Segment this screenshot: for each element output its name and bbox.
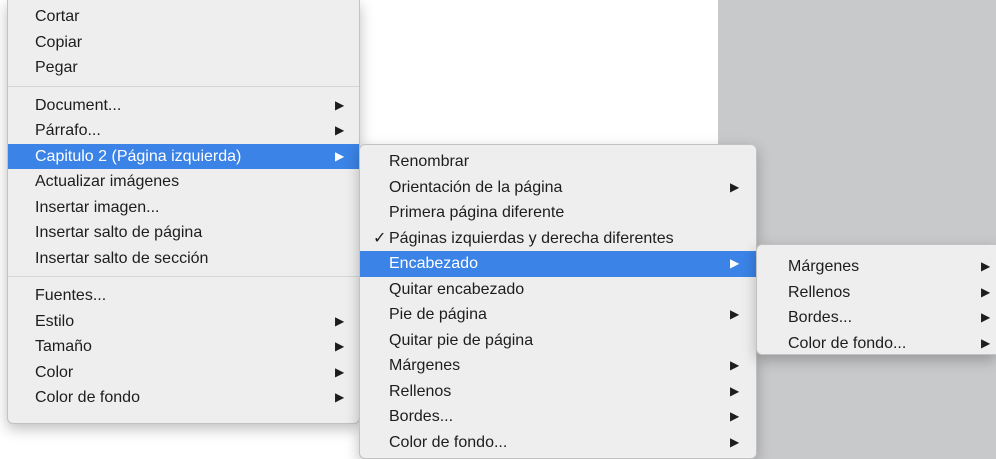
submenu-arrow-icon: ▶ (730, 179, 740, 194)
menu-item-label: Bordes... (389, 408, 454, 425)
menu-item-label: Párrafo... (35, 122, 101, 139)
menu-item-label: Fuentes... (35, 287, 107, 304)
submenu-arrow-icon: ▶ (335, 97, 345, 112)
submenu-arrow-icon: ▶ (335, 148, 345, 163)
context-menu: Cortar Copiar Pegar Document... ▶ Párrafo… (7, 0, 360, 424)
menu-item-paste[interactable]: Pegar (8, 55, 359, 81)
submenu-arrow-icon: ▶ (335, 339, 345, 353)
menu-item-update-images[interactable]: Actualizar imágenes (8, 169, 359, 195)
menu-item-cut[interactable]: Cortar (8, 4, 359, 30)
submenu-item-rename[interactable]: Renombrar (360, 149, 756, 175)
menu-item-label: Bordes... (788, 309, 853, 326)
menu-item-label: Insertar salto de sección (35, 249, 209, 267)
menu-separator (8, 276, 359, 277)
header-item-background-color[interactable]: Color de fondo... ▶ (757, 331, 996, 357)
submenu-arrow-icon: ▶ (981, 259, 991, 273)
menu-item-background-color[interactable]: Color de fondo ▶ (8, 385, 359, 411)
submenu-arrow-icon: ▶ (335, 364, 345, 379)
submenu-arrow-icon: ▶ (730, 307, 740, 321)
menu-item-color[interactable]: Color ▶ (8, 360, 359, 386)
submenu-arrow-icon: ▶ (730, 256, 740, 270)
menu-item-label: Rellenos (788, 283, 851, 301)
submenu-item-page-orientation[interactable]: Orientación de la página ▶ (360, 175, 756, 201)
menu-item-label: Márgenes (389, 357, 461, 374)
menu-item-label: Cortar (35, 8, 80, 25)
menu-item-label: Orientación de la página (389, 178, 563, 196)
menu-item-label: Pegar (35, 59, 78, 76)
menu-item-label: Estilo (35, 312, 75, 330)
menu-item-label: Document... (35, 96, 122, 114)
menu-item-style[interactable]: Estilo ▶ (8, 309, 359, 335)
submenu-item-first-page-different[interactable]: Primera página diferente (360, 200, 756, 226)
submenu-arrow-icon: ▶ (981, 335, 991, 350)
menu-item-chapter[interactable]: Capitulo 2 (Página izquierda) ▶ (8, 143, 359, 169)
menu-item-label: Quitar encabezado (389, 280, 525, 298)
submenu-arrow-icon: ▶ (730, 434, 740, 449)
menu-item-label: Quitar pie de página (389, 331, 534, 349)
menu-item-label: Rellenos (389, 382, 452, 400)
submenu-arrow-icon: ▶ (335, 313, 345, 328)
submenu-item-footer[interactable]: Pie de página ▶ (360, 302, 756, 328)
menu-item-copy[interactable]: Copiar (8, 30, 359, 56)
submenu-item-left-right-different[interactable]: ✓ Páginas izquierdas y derecha diferentes (360, 226, 756, 252)
menu-separator (8, 85, 359, 87)
menu-item-label: Páginas izquierdas y derecha diferentes (389, 229, 674, 247)
menu-item-label: Renombrar (389, 153, 470, 170)
submenu-item-background-color[interactable]: Color de fondo... ▶ (360, 430, 756, 456)
submenu-arrow-icon: ▶ (730, 409, 740, 423)
menu-item-insert-page-break[interactable]: Insertar salto de página (8, 220, 359, 246)
menu-item-fonts[interactable]: Fuentes... (8, 283, 359, 309)
menu-item-label: Tamaño (35, 338, 92, 355)
menu-item-label: Insertar salto de página (35, 224, 203, 241)
menu-item-label: Color (35, 363, 74, 381)
menu-item-insert-image[interactable]: Insertar imagen... (8, 195, 359, 221)
submenu-arrow-icon: ▶ (730, 383, 740, 398)
menu-item-label: Encabezado (389, 255, 478, 272)
checkmark-icon: ✓ (373, 229, 387, 247)
submenu-arrow-icon: ▶ (981, 310, 991, 324)
menu-item-label: Color de fondo... (389, 433, 508, 451)
submenu-item-borders[interactable]: Bordes... ▶ (360, 404, 756, 430)
menu-item-label: Insertar imagen... (35, 198, 160, 216)
submenu-item-remove-header[interactable]: Quitar encabezado (360, 277, 756, 303)
menu-item-label: Márgenes (788, 258, 860, 275)
menu-item-size[interactable]: Tamaño ▶ (8, 334, 359, 360)
submenu-item-margins[interactable]: Márgenes ▶ (360, 353, 756, 379)
submenu-item-remove-footer[interactable]: Quitar pie de página (360, 328, 756, 354)
background-panel (718, 0, 996, 459)
menu-item-label: Pie de página (389, 306, 487, 323)
menu-item-insert-section-break[interactable]: Insertar salto de sección (8, 246, 359, 272)
submenu-arrow-icon: ▶ (335, 390, 345, 404)
menu-item-label: Color de fondo... (788, 334, 907, 352)
header-submenu: Márgenes ▶ Rellenos ▶ Bordes... ▶ Color de … (756, 244, 996, 355)
menu-item-label: Capitulo 2 (Página izquierda) (35, 147, 242, 165)
menu-item-paragraph[interactable]: Párrafo... ▶ (8, 118, 359, 144)
submenu-item-header[interactable]: Encabezado ▶ (360, 251, 756, 277)
header-item-padding[interactable]: Rellenos ▶ (757, 280, 996, 306)
menu-item-label: Primera página diferente (389, 204, 565, 221)
submenu-item-padding[interactable]: Rellenos ▶ (360, 379, 756, 405)
submenu-arrow-icon: ▶ (981, 284, 991, 299)
header-item-margins[interactable]: Márgenes ▶ (757, 254, 996, 280)
menu-item-label: Actualizar imágenes (35, 173, 180, 190)
submenu-arrow-icon: ▶ (730, 358, 740, 372)
header-item-borders[interactable]: Bordes... ▶ (757, 305, 996, 331)
chapter-submenu: Renombrar Orientación de la página ▶ Prim… (359, 144, 757, 459)
menu-item-label: Copiar (35, 33, 83, 51)
menu-item-document[interactable]: Document... ▶ (8, 93, 359, 119)
submenu-arrow-icon: ▶ (335, 123, 345, 137)
menu-item-label: Color de fondo (35, 389, 140, 406)
